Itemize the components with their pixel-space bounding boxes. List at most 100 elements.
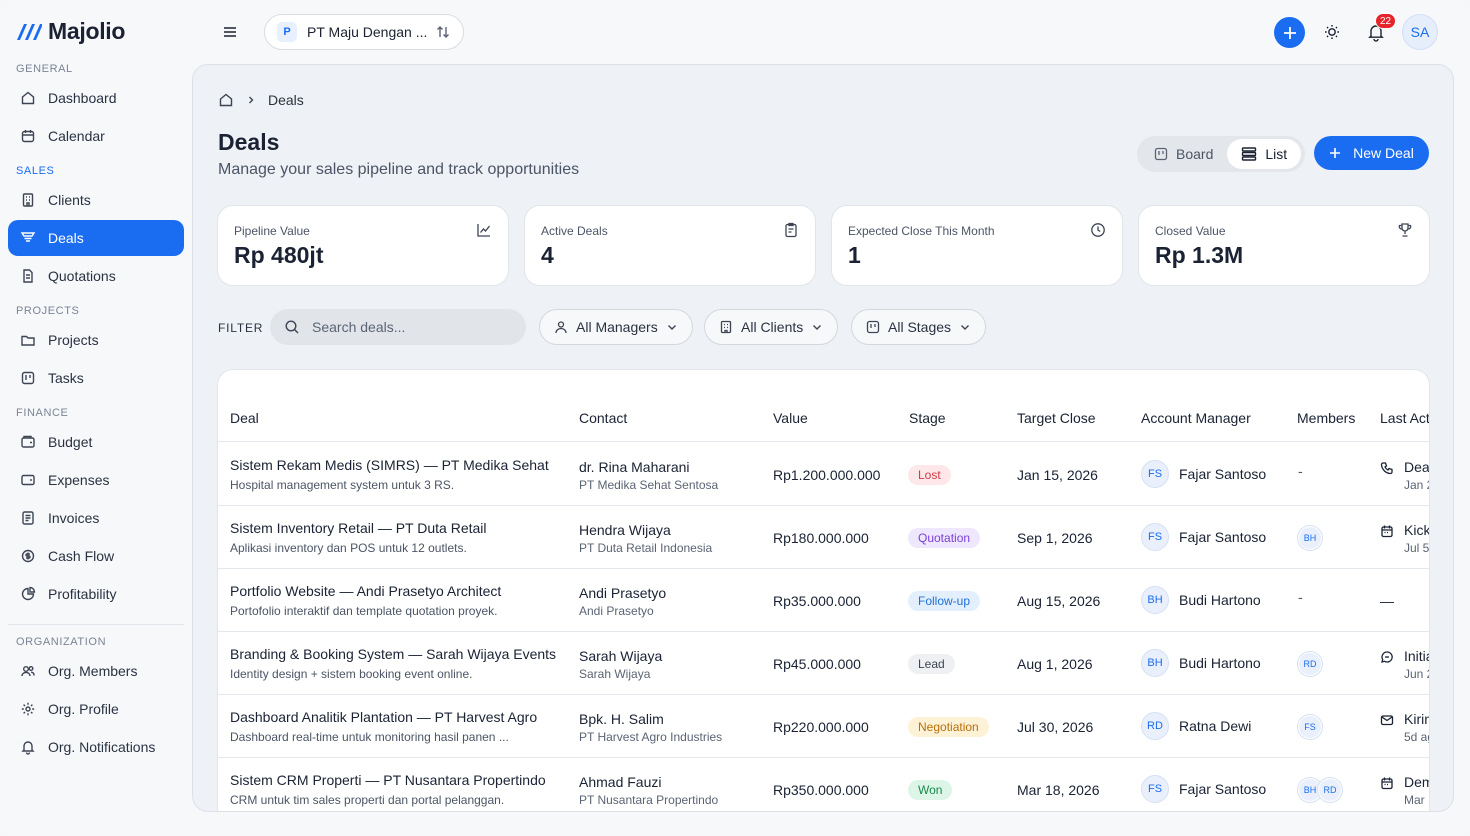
sidebar-item-invoices[interactable]: Invoices — [8, 500, 184, 536]
last-activity[interactable]: — — [1380, 585, 1394, 609]
gear-icon — [21, 702, 35, 716]
target-close-date: Aug 15, 2026 — [1017, 593, 1101, 609]
managers-filter-value: All Managers — [576, 319, 658, 335]
column-header-value[interactable]: Value — [773, 410, 808, 426]
hamburger-menu-icon[interactable] — [220, 22, 240, 42]
activity-title: Dem — [1404, 774, 1429, 790]
section-label-sales: SALES — [16, 165, 55, 177]
deal-description: Portofolio interaktif dan template quota… — [230, 604, 498, 618]
view-board-button[interactable]: Board — [1140, 139, 1227, 169]
app-name: Majolio — [48, 18, 126, 44]
sidebar-item-expenses[interactable]: Expenses — [8, 462, 184, 498]
member-avatar[interactable]: FS — [1298, 715, 1322, 739]
stage-badge: Quotation — [908, 528, 981, 548]
deal-value: Rp220.000.000 — [773, 719, 869, 735]
sidebar-item-calendar[interactable]: Calendar — [8, 118, 184, 154]
last-activity[interactable]: Kirin 5d ag — [1380, 711, 1429, 744]
sidebar-item-projects[interactable]: Projects — [8, 322, 184, 358]
column-header-contact[interactable]: Contact — [579, 410, 627, 426]
column-header-target-close[interactable]: Target Close — [1017, 410, 1096, 426]
sidebar-item-label: Org. Profile — [48, 701, 119, 717]
sidebar-item-quotations[interactable]: Quotations — [8, 258, 184, 294]
quick-add-button[interactable] — [1274, 17, 1305, 48]
sun-icon[interactable] — [1322, 22, 1342, 42]
sidebar-item-profitability[interactable]: Profitability — [8, 576, 184, 612]
last-activity[interactable]: Initia Jun 2 — [1380, 648, 1429, 681]
contact-company: PT Duta Retail Indonesia — [579, 541, 713, 555]
sidebar-item-clients[interactable]: Clients — [8, 182, 184, 218]
member-avatar[interactable]: BH — [1298, 526, 1322, 550]
activity-time: 5d ag — [1404, 730, 1429, 744]
manager-avatar: RD — [1141, 712, 1169, 740]
stage-badge: Won — [908, 780, 953, 800]
building-icon — [720, 320, 732, 334]
home-icon — [21, 91, 35, 105]
sidebar-item-budget[interactable]: Budget — [8, 424, 184, 460]
table-row[interactable]: Dashboard Analitik Plantation — PT Harve… — [218, 695, 1429, 758]
view-list-button[interactable]: List — [1227, 139, 1302, 169]
table-row[interactable]: Sistem Rekam Medis (SIMRS) — PT Medika S… — [218, 443, 1429, 506]
stages-filter-dropdown[interactable]: All Stages — [851, 309, 987, 345]
deal-title[interactable]: Sistem Inventory Retail — PT Duta Retail — [230, 520, 487, 536]
members-list: BH — [1298, 526, 1322, 550]
document-icon — [23, 269, 33, 283]
sidebar-item-deals[interactable]: Deals — [8, 220, 184, 256]
clients-filter-dropdown[interactable]: All Clients — [704, 309, 839, 345]
invoice-icon — [22, 511, 34, 525]
sidebar-item-org-notifications[interactable]: Org. Notifications — [8, 729, 184, 765]
cash-flow-icon — [21, 549, 35, 563]
column-header-members[interactable]: Members — [1297, 410, 1355, 426]
target-close-date: Jul 30, 2026 — [1017, 719, 1094, 735]
new-deal-button[interactable]: New Deal — [1314, 136, 1429, 170]
deal-value: Rp1.200.000.000 — [773, 467, 881, 483]
deal-title[interactable]: Branding & Booking System — Sarah Wijaya… — [230, 646, 556, 662]
last-activity[interactable]: Deal Jan 2 — [1380, 459, 1429, 492]
view-board-label: Board — [1176, 146, 1214, 162]
deal-title[interactable]: Sistem Rekam Medis (SIMRS) — PT Medika S… — [230, 457, 549, 473]
member-avatar[interactable]: RD — [1298, 652, 1322, 676]
sidebar-item-dashboard[interactable]: Dashboard — [8, 80, 184, 116]
activity-time: Jul 5 — [1404, 541, 1430, 555]
chevron-down-icon — [813, 325, 822, 330]
sidebar-item-label: Budget — [48, 434, 93, 450]
sidebar-item-org-members[interactable]: Org. Members — [8, 653, 184, 689]
table-row[interactable]: Sistem CRM Properti — PT Nusantara Prope… — [218, 758, 1429, 811]
table-row[interactable]: Sistem Inventory Retail — PT Duta Retail… — [218, 506, 1430, 569]
last-activity[interactable]: Dem Mar 1 — [1380, 774, 1429, 807]
member-avatar[interactable]: RD — [1318, 778, 1342, 802]
user-avatar[interactable]: SA — [1402, 14, 1438, 50]
search-input[interactable]: Search deals... — [270, 309, 526, 345]
company-switcher[interactable]: P PT Maju Dengan ... — [264, 14, 464, 50]
activity-time: Jun 2 — [1404, 667, 1429, 681]
deal-description: Hospital management system untuk 3 RS. — [230, 478, 455, 492]
managers-filter-dropdown[interactable]: All Managers — [539, 309, 693, 345]
table-row[interactable]: Portfolio Website — Andi Prasetyo Archit… — [218, 569, 1429, 632]
contact-name: Ahmad Fauzi — [579, 774, 662, 790]
stat-value: Rp 1.3M — [1155, 242, 1244, 268]
column-header-stage[interactable]: Stage — [909, 410, 946, 426]
search-placeholder: Search deals... — [312, 319, 406, 335]
sidebar-item-tasks[interactable]: Tasks — [8, 360, 184, 396]
manager-name: Fajar Santoso — [1179, 466, 1267, 482]
table-row[interactable]: Branding & Booking System — Sarah Wijaya… — [218, 632, 1429, 695]
deal-title[interactable]: Sistem CRM Properti — PT Nusantara Prope… — [230, 772, 546, 788]
sidebar-item-label: Org. Members — [48, 663, 138, 679]
last-activity[interactable]: Kick Jul 5 — [1380, 522, 1430, 555]
search-icon — [285, 320, 299, 334]
deal-title[interactable]: Dashboard Analitik Plantation — PT Harve… — [230, 709, 537, 725]
column-header-account-manager[interactable]: Account Manager — [1141, 410, 1251, 426]
sidebar-item-org-profile[interactable]: Org. Profile — [8, 691, 184, 727]
deal-description: Identity design + sistem booking event o… — [230, 667, 473, 681]
deal-title[interactable]: Portfolio Website — Andi Prasetyo Archit… — [230, 583, 501, 599]
home-icon[interactable] — [218, 92, 234, 108]
column-header-deal[interactable]: Deal — [230, 410, 259, 426]
users-icon — [21, 666, 35, 677]
sidebar-item-label: Cash Flow — [48, 548, 115, 564]
column-header-last-activity[interactable]: Last Act — [1380, 410, 1429, 426]
logo[interactable]: Majolio — [12, 18, 125, 45]
stat-value: Rp 480jt — [234, 242, 324, 268]
account-manager: FS Fajar Santoso — [1141, 775, 1266, 803]
sidebar-item-cash-flow[interactable]: Cash Flow — [8, 538, 184, 574]
manager-avatar: FS — [1141, 523, 1169, 551]
contact-name: dr. Rina Maharani — [579, 459, 690, 475]
